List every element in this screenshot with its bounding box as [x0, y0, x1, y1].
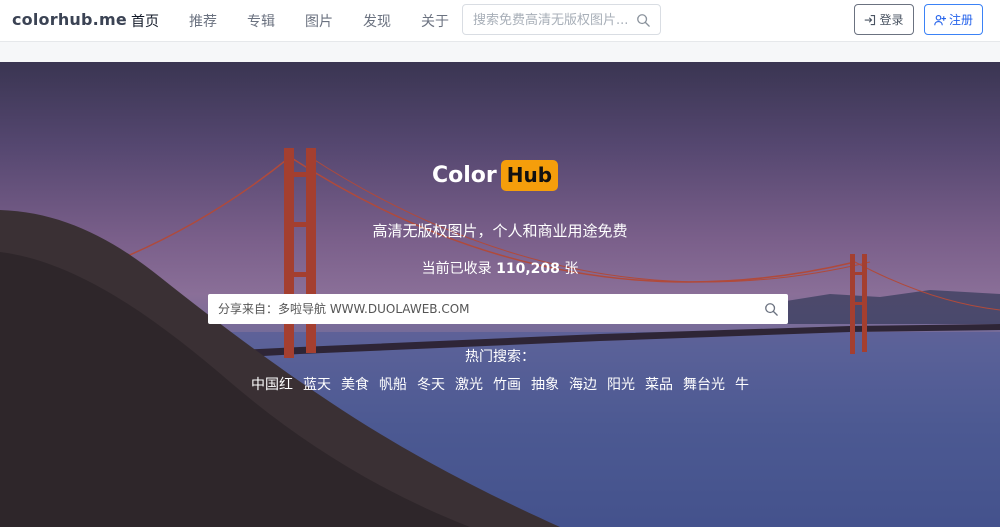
top-search-box — [462, 4, 661, 35]
user-plus-icon — [934, 14, 946, 25]
nav-home[interactable]: 首页 — [131, 11, 159, 31]
logo-badge: Hub — [500, 159, 559, 191]
count-prefix: 当前已收录 — [421, 261, 497, 277]
hot-tag[interactable]: 竹画 — [493, 374, 521, 394]
hero-search-box — [208, 294, 788, 324]
login-button[interactable]: 登录 — [854, 4, 914, 35]
hero-tagline: 高清无版权图片，个人和商业用途免费 — [372, 222, 628, 240]
search-icon[interactable] — [764, 302, 778, 316]
search-icon[interactable] — [636, 13, 650, 27]
nav-images[interactable]: 图片 — [305, 11, 333, 31]
hot-tag[interactable]: 抽象 — [531, 374, 559, 394]
count-suffix: 张 — [559, 261, 579, 277]
hot-tag[interactable]: 海边 — [569, 374, 597, 394]
hero-search-input[interactable] — [218, 300, 738, 318]
image-count-line: 当前已收录 110,208 张 — [0, 258, 1000, 278]
hot-tag[interactable]: 蓝天 — [303, 374, 331, 394]
hot-tag[interactable]: 中国红 — [251, 374, 293, 394]
hot-tag[interactable]: 舞台光 — [683, 374, 725, 394]
nav-recommended[interactable]: 推荐 — [189, 11, 217, 31]
hot-tag[interactable]: 冬天 — [417, 374, 445, 394]
login-label: 登录 — [879, 13, 904, 27]
colorhub-logo[interactable]: Color Hub — [432, 157, 559, 193]
hero-banner: Color Hub 高清无版权图片，个人和商业用途免费 当前已收录 110,20… — [0, 62, 1000, 527]
logo-text: Color — [432, 162, 497, 188]
hot-tag[interactable]: 帆船 — [379, 374, 407, 394]
hot-search-list: 中国红 蓝天 美食 帆船 冬天 激光 竹画 抽象 海边 阳光 菜品 舞台光 牛 — [0, 374, 1000, 394]
signup-label: 注册 — [948, 13, 973, 27]
top-search-input[interactable] — [473, 11, 633, 29]
nav-about[interactable]: 关于 — [421, 11, 449, 31]
hot-search-title: 热门搜索： — [465, 349, 535, 365]
signup-button[interactable]: 注册 — [924, 4, 983, 35]
login-icon — [865, 14, 876, 25]
nav-albums[interactable]: 专辑 — [247, 11, 275, 31]
hot-tag[interactable]: 牛 — [735, 374, 749, 394]
hot-tag[interactable]: 阳光 — [607, 374, 635, 394]
hot-tag[interactable]: 菜品 — [645, 374, 673, 394]
nav-discover[interactable]: 发现 — [363, 11, 391, 31]
image-count-value: 110,208 — [496, 261, 560, 277]
hot-tag[interactable]: 美食 — [341, 374, 369, 394]
hot-tag[interactable]: 激光 — [455, 374, 483, 394]
top-navbar: colorhub.me 首页 推荐 专辑 图片 发现 关于 登录 注册 — [0, 0, 1000, 42]
brand-link[interactable]: colorhub.me — [12, 10, 127, 29]
